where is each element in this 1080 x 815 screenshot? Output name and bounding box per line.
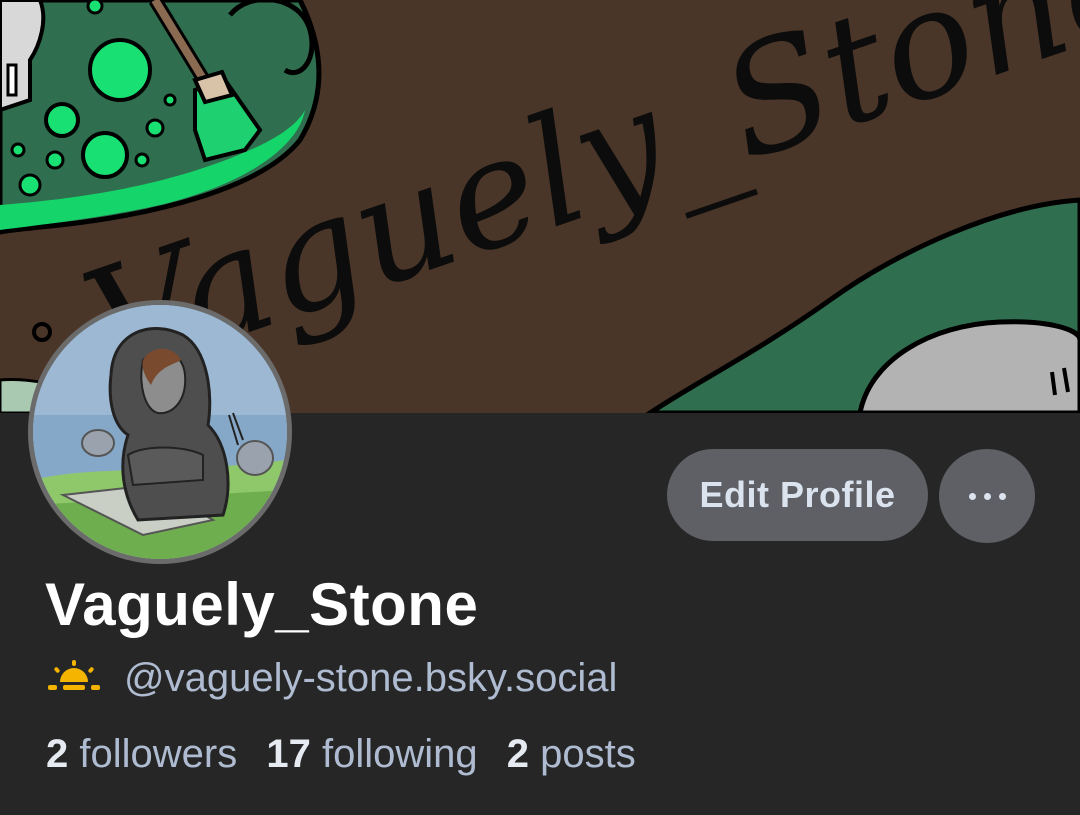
posts-count: 2 bbox=[506, 732, 529, 776]
more-horizontal-icon bbox=[965, 492, 1010, 500]
avatar[interactable] bbox=[28, 300, 292, 564]
followers-stat[interactable]: 2 followers bbox=[46, 732, 237, 776]
followers-count: 2 bbox=[46, 732, 69, 776]
handle[interactable]: @vaguely-stone.bsky.social bbox=[124, 656, 617, 701]
followers-label: followers bbox=[79, 732, 238, 776]
handle-row: @vaguely-stone.bsky.social bbox=[46, 656, 617, 701]
more-options-button[interactable] bbox=[939, 449, 1035, 543]
following-label: following bbox=[321, 732, 478, 776]
profile-stats: 2 followers 17 following 2 posts bbox=[46, 732, 654, 777]
posts-label: posts bbox=[540, 732, 636, 776]
display-name: Vaguely_Stone bbox=[45, 571, 479, 638]
posts-stat: 2 posts bbox=[507, 732, 636, 776]
sunrise-icon bbox=[46, 660, 102, 697]
edit-profile-button[interactable]: Edit Profile bbox=[667, 449, 928, 541]
following-stat[interactable]: 17 following bbox=[266, 732, 477, 776]
following-count: 17 bbox=[266, 732, 311, 776]
avatar-image bbox=[33, 305, 287, 559]
